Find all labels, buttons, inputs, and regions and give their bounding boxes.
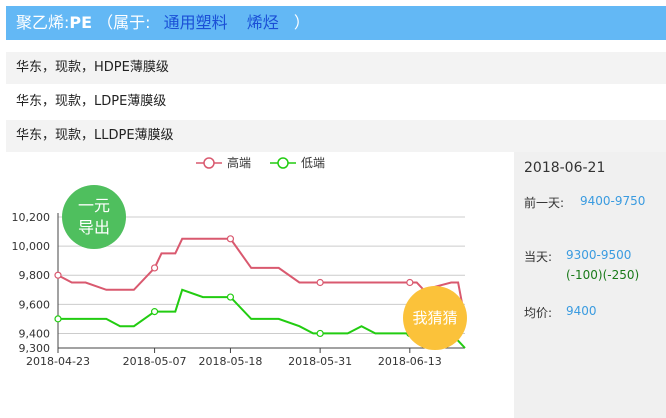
chart-series bbox=[54, 235, 466, 349]
series-point bbox=[316, 329, 324, 338]
product-row-hdpe[interactable]: 华东，现款，HDPE薄膜级 bbox=[6, 52, 666, 84]
belongs-close: ） bbox=[293, 13, 310, 32]
y-tick-label: 9,400 bbox=[19, 327, 51, 340]
page-header: 聚乙烯:PE （属于: 通用塑料 烯烃 ） bbox=[6, 6, 666, 40]
legend-low-label: 低端 bbox=[301, 156, 325, 170]
category-link-olefins[interactable]: 烯烃 bbox=[247, 13, 279, 32]
category-link-general-plastics[interactable]: 通用塑料 bbox=[164, 13, 228, 32]
chart-legend[interactable]: 高端 低端 bbox=[196, 155, 325, 170]
today-value: 9300-9500 bbox=[566, 248, 632, 262]
y-tick-label: 10,000 bbox=[12, 240, 51, 253]
x-tick-label: 2018-05-07 bbox=[123, 355, 187, 368]
prev-day-label: 前一天: bbox=[524, 196, 565, 210]
x-tick-label: 2018-05-31 bbox=[288, 355, 352, 368]
series-point bbox=[150, 308, 159, 316]
legend-high-label: 高端 bbox=[227, 155, 251, 170]
series-point bbox=[150, 264, 159, 272]
x-tick-label: 2018-04-23 bbox=[26, 355, 90, 368]
price-side-panel: 2018-06-21 前一天: 9400-9750 当天: 9300-9500 … bbox=[514, 152, 666, 418]
today-change: (-100)(-250) bbox=[566, 268, 640, 282]
product-row-lldpe[interactable]: 华东，现款，LLDPE薄膜级 bbox=[6, 120, 666, 152]
product-name: 聚乙烯: bbox=[16, 13, 70, 32]
y-tick-label: 9,300 bbox=[19, 342, 51, 355]
today-label: 当天: bbox=[524, 250, 553, 264]
export-badge-button[interactable]: 一元 导出 bbox=[62, 185, 126, 249]
legend-high-marker bbox=[203, 157, 215, 169]
series-point bbox=[226, 293, 235, 301]
series-point bbox=[54, 271, 62, 279]
series-point bbox=[226, 235, 235, 243]
x-tick-label: 2018-06-13 bbox=[378, 355, 442, 368]
belongs-open: （属于: bbox=[97, 13, 151, 32]
x-axis: 2018-04-23 2018-05-07 2018-05-18 2018-05-31… bbox=[26, 347, 465, 368]
series-point bbox=[316, 278, 324, 287]
series-point bbox=[54, 315, 62, 323]
y-tick-label: 9,800 bbox=[19, 269, 51, 282]
avg-value: 9400 bbox=[566, 304, 597, 318]
series-point bbox=[406, 278, 414, 287]
avg-label: 均价: bbox=[524, 306, 553, 320]
export-badge-line2: 导出 bbox=[77, 218, 110, 237]
x-tick-label: 2018-05-18 bbox=[198, 355, 262, 368]
product-row-ldpe[interactable]: 华东，现款，LDPE薄膜级 bbox=[6, 86, 666, 118]
export-badge-line1: 一元 bbox=[77, 196, 110, 215]
product-code: PE bbox=[69, 13, 93, 32]
y-tick-label: 9,600 bbox=[19, 298, 51, 311]
side-date: 2018-06-21 bbox=[524, 160, 606, 176]
guess-badge-button[interactable]: 我猜猜 bbox=[403, 286, 467, 350]
prev-day-value: 9400-9750 bbox=[580, 194, 646, 208]
y-tick-label: 10,200 bbox=[12, 211, 51, 224]
y-axis: 9,300 9,400 9,600 9,800 10,000 10,200 bbox=[12, 211, 59, 355]
legend-low-marker bbox=[277, 157, 289, 169]
